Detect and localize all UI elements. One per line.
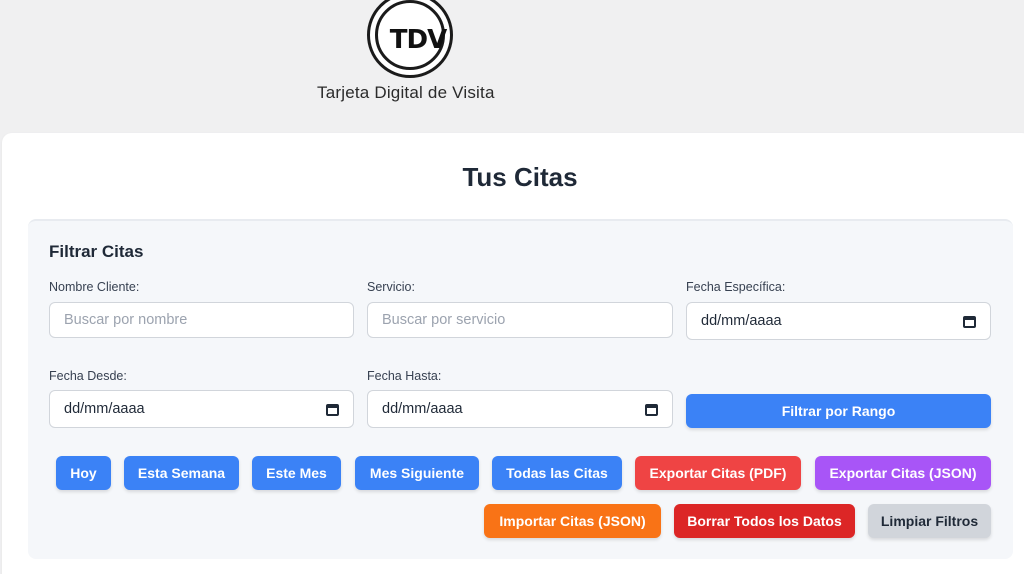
- date-to-label: Fecha Hasta:: [367, 369, 442, 383]
- calendar-icon[interactable]: [963, 315, 976, 328]
- today-button[interactable]: Hoy: [56, 456, 111, 490]
- client-name-input[interactable]: [49, 302, 354, 338]
- page-header: TDV Tarjeta Digital de Visita: [0, 0, 1024, 135]
- import-json-button[interactable]: Importar Citas (JSON): [484, 504, 661, 538]
- client-name-label: Nombre Cliente:: [49, 280, 140, 294]
- date-to-value: dd/mm/aaaa: [382, 401, 463, 417]
- service-label: Servicio:: [367, 280, 415, 294]
- date-from-label: Fecha Desde:: [49, 369, 127, 383]
- page-title: Tus Citas: [462, 162, 578, 192]
- specific-date-value: dd/mm/aaaa: [701, 313, 782, 329]
- calendar-icon[interactable]: [326, 403, 339, 416]
- this-week-button[interactable]: Esta Semana: [124, 456, 239, 490]
- date-to-input[interactable]: dd/mm/aaaa: [367, 390, 673, 428]
- this-month-button[interactable]: Este Mes: [252, 456, 341, 490]
- filter-title: Filtrar Citas: [49, 242, 144, 261]
- specific-date-label: Fecha Específica:: [686, 280, 786, 294]
- specific-date-input[interactable]: dd/mm/aaaa: [686, 302, 991, 340]
- export-json-button[interactable]: Exportar Citas (JSON): [815, 456, 991, 490]
- all-appointments-button[interactable]: Todas las Citas: [492, 456, 622, 490]
- date-from-value: dd/mm/aaaa: [64, 401, 145, 417]
- date-from-input[interactable]: dd/mm/aaaa: [49, 390, 354, 428]
- brand-name: Tarjeta Digital de Visita: [317, 83, 495, 102]
- delete-all-data-button[interactable]: Borrar Todos los Datos: [674, 504, 855, 538]
- filter-range-button[interactable]: Filtrar por Rango: [686, 394, 991, 428]
- brand-logo: TDV: [367, 0, 453, 78]
- logo-ring: TDV: [375, 0, 447, 70]
- clear-filters-button[interactable]: Limpiar Filtros: [868, 504, 991, 538]
- export-pdf-button[interactable]: Exportar Citas (PDF): [635, 456, 801, 490]
- calendar-icon[interactable]: [645, 403, 658, 416]
- logo-text: TDV: [389, 25, 447, 55]
- next-month-button[interactable]: Mes Siguiente: [355, 456, 479, 490]
- service-input[interactable]: [367, 302, 673, 338]
